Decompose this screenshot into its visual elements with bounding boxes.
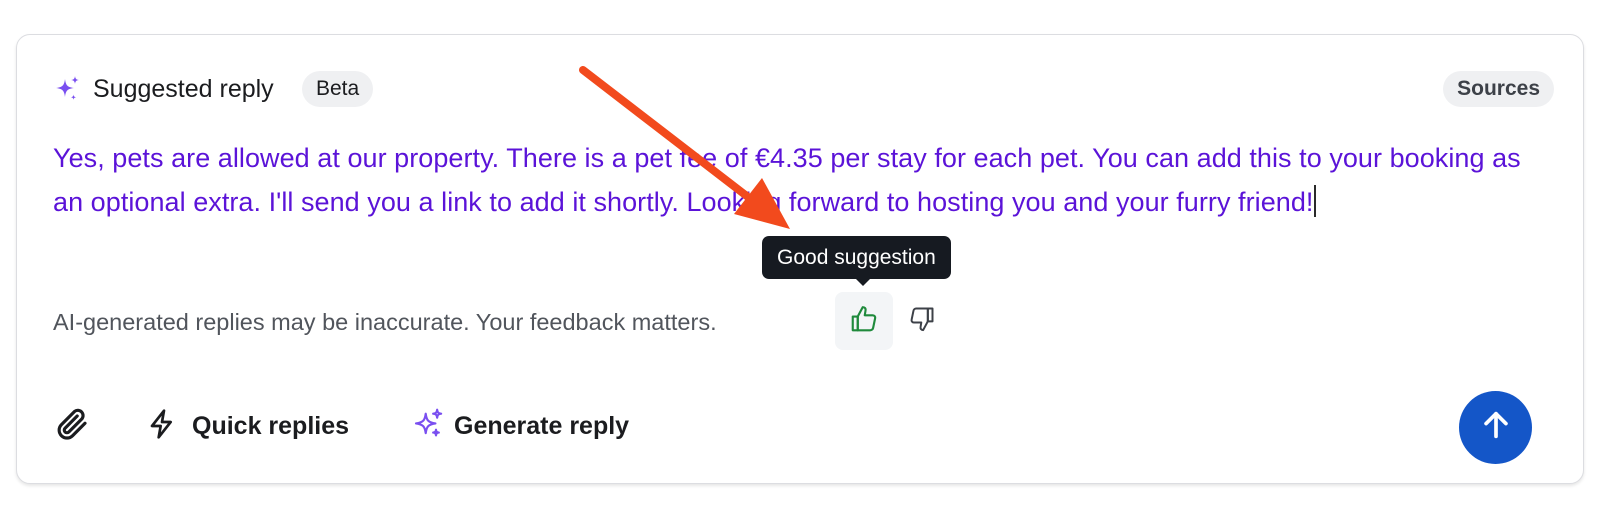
suggested-reply-text[interactable]: Yes, pets are allowed at our property. T… [53,137,1523,224]
reply-text-content: Yes, pets are allowed at our property. T… [53,143,1521,217]
generate-reply-button[interactable]: Generate reply [412,405,629,447]
paperclip-icon [55,406,91,447]
bad-suggestion-button[interactable] [893,292,951,350]
quick-replies-label: Quick replies [192,412,350,440]
tooltip-pointer [855,278,871,286]
sparkle-icon [53,75,81,103]
attach-button[interactable] [52,405,94,447]
arrow-up-icon [1479,408,1513,447]
beta-badge: Beta [302,71,374,107]
good-suggestion-tooltip: Good suggestion [762,236,951,279]
sources-button[interactable]: Sources [1443,71,1554,107]
sparkle-icon [412,408,444,445]
generate-reply-label: Generate reply [454,412,630,440]
thumbs-up-icon [849,304,879,339]
thumbs-down-icon [908,305,936,338]
text-caret [1314,184,1316,217]
quick-replies-button[interactable]: Quick replies [146,405,349,447]
lightning-icon [146,408,178,445]
panel-title: Suggested reply [93,75,274,103]
good-suggestion-button[interactable] [835,292,893,350]
send-button[interactable] [1459,391,1532,464]
ai-disclaimer: AI-generated replies may be inaccurate. … [53,309,717,335]
